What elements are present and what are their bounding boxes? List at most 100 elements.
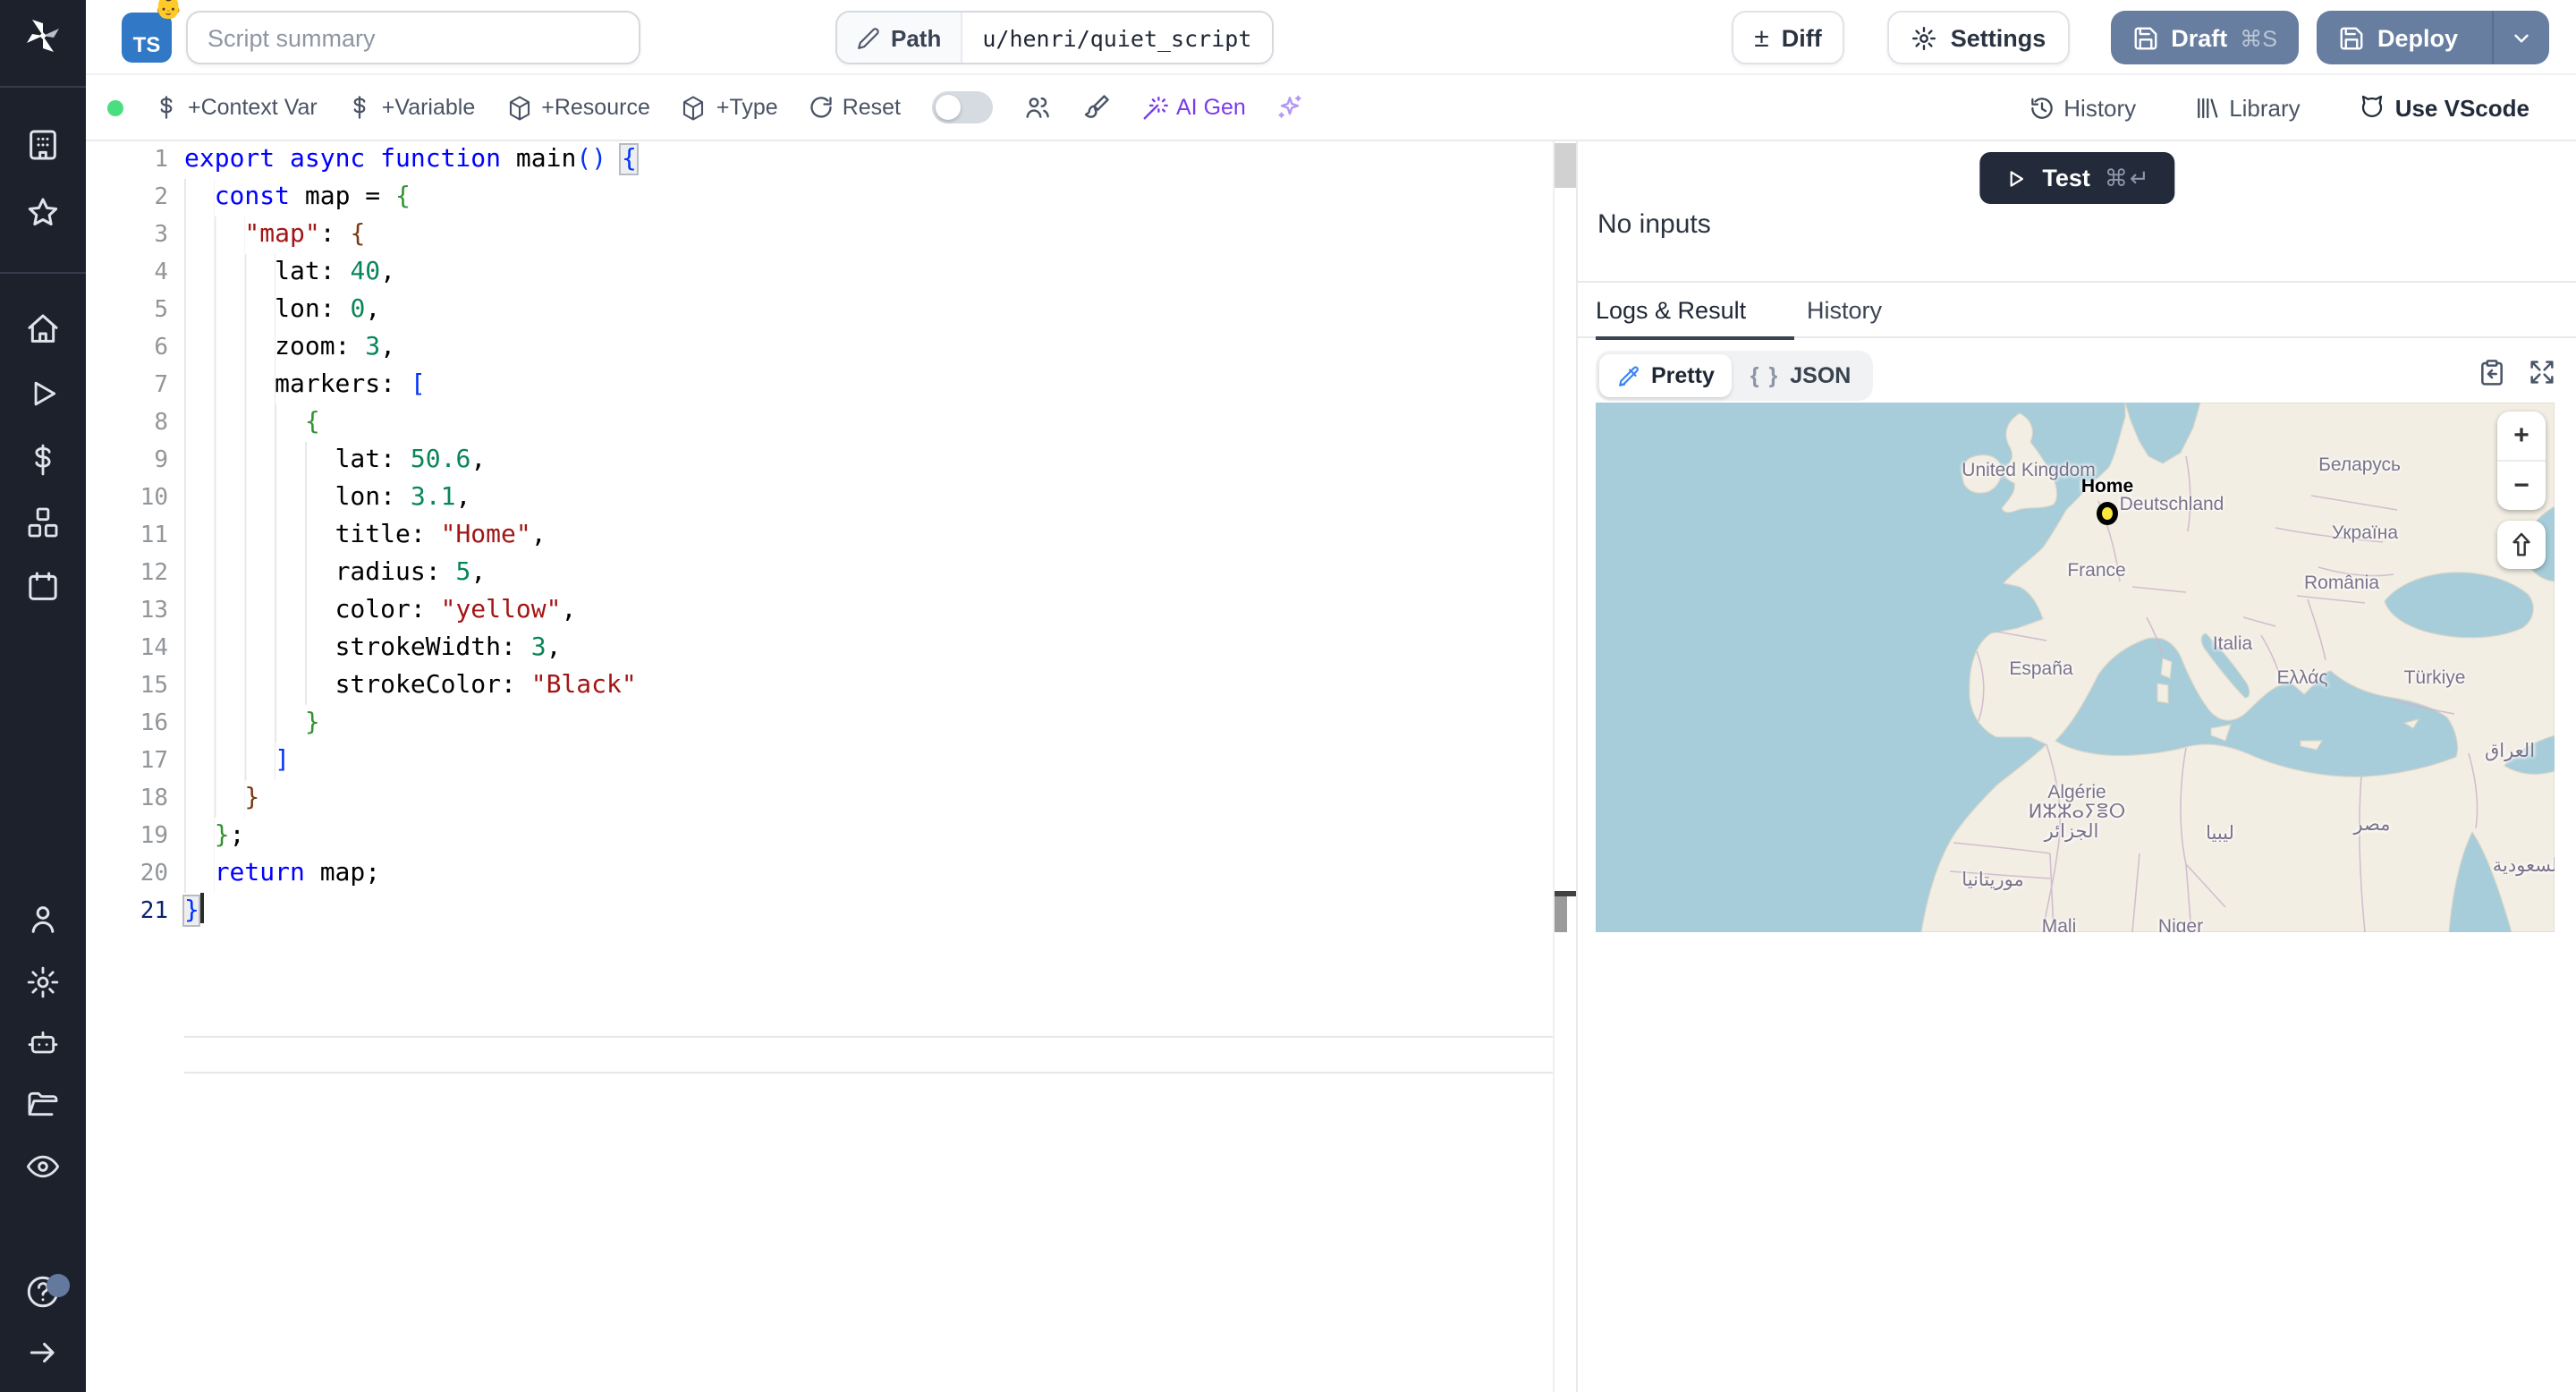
scrollbar-thumb[interactable]: [1555, 143, 1576, 188]
code-line[interactable]: 15 strokeColor: "Black": [86, 667, 1576, 705]
diff-button[interactable]: ± Diff: [1731, 11, 1845, 64]
save-icon: [2131, 24, 2158, 51]
path-value[interactable]: u/henri/quiet_script: [962, 13, 1272, 63]
draft-button[interactable]: Draft ⌘S: [2110, 11, 2299, 64]
gear-icon: [1911, 24, 1938, 51]
expand-sidebar-arrow-icon[interactable]: [26, 1336, 60, 1370]
resources-boxes-icon[interactable]: [25, 505, 61, 540]
code-line[interactable]: 18}: [86, 780, 1576, 818]
add-resource-button[interactable]: +Resource: [505, 94, 650, 121]
pen-icon: [1617, 364, 1640, 387]
save-icon: [2338, 24, 2365, 51]
code-line[interactable]: 8{: [86, 404, 1576, 442]
editor-scrollbar[interactable]: [1553, 141, 1578, 1392]
format-brush-icon[interactable]: [1081, 93, 1110, 122]
map-zoom-controls: + −: [2497, 412, 2546, 510]
map-label: Беларусь: [2318, 454, 2401, 476]
history-button[interactable]: History: [2028, 94, 2136, 121]
copy-result-icon[interactable]: [2478, 358, 2506, 386]
code-line[interactable]: 3 "map": {: [86, 216, 1576, 254]
code-line[interactable]: 6 zoom: 3,: [86, 329, 1576, 367]
script-summary-input[interactable]: [186, 11, 640, 64]
code-line[interactable]: 11 title: "Home",: [86, 517, 1576, 555]
test-button[interactable]: Test ⌘↵: [1979, 152, 2174, 204]
tab-logs-result[interactable]: Logs & Result: [1596, 283, 1794, 340]
home-marker-label: Home: [2080, 476, 2134, 497]
code-line[interactable]: 19};: [86, 818, 1576, 855]
user-icon[interactable]: [25, 902, 61, 938]
add-variable-button[interactable]: +Variable: [348, 95, 475, 120]
home-icon[interactable]: [25, 311, 61, 347]
add-type-button[interactable]: +Type: [681, 94, 778, 121]
reset-button[interactable]: Reset: [809, 95, 901, 120]
map-label: العراق: [2484, 741, 2536, 762]
code-line[interactable]: 17]: [86, 743, 1576, 780]
code-line[interactable]: 13 color: "yellow",: [86, 592, 1576, 630]
editor-toolbar: +Context Var +Variable +Resource +Type R…: [86, 75, 2576, 141]
multiplayer-toggle[interactable]: [931, 91, 992, 123]
pencil-icon: [857, 26, 880, 49]
map-label: موريتانيا: [1962, 870, 2024, 891]
code-line[interactable]: 14 strokeWidth: 3,: [86, 630, 1576, 667]
overview-ruler-line-mark: [1555, 896, 1567, 932]
top-bar: TS 👶 Path u/henri/quiet_script ± Diff: [86, 0, 2576, 75]
pretty-view-button[interactable]: Pretty: [1599, 354, 1733, 397]
tab-history[interactable]: History: [1807, 283, 1882, 338]
deploy-button[interactable]: Deploy: [2316, 11, 2549, 64]
path-chip[interactable]: Path u/henri/quiet_script: [835, 11, 1274, 64]
code-line[interactable]: 16}: [86, 705, 1576, 743]
code-line[interactable]: 9 lat: 50.6,: [86, 442, 1576, 480]
map-label: France: [2067, 560, 2126, 581]
expand-result-icon[interactable]: [2528, 358, 2556, 386]
map-compass-button[interactable]: [2497, 521, 2546, 569]
schedules-calendar-icon[interactable]: [25, 569, 61, 605]
current-line-highlight: [184, 1036, 1553, 1074]
json-view-button[interactable]: { } JSON: [1733, 354, 1869, 397]
audit-eye-icon[interactable]: [25, 1149, 61, 1184]
home-marker[interactable]: [2097, 502, 2118, 525]
ai-sparkles-icon[interactable]: [1276, 93, 1305, 122]
zoom-out-button[interactable]: −: [2497, 462, 2546, 510]
draft-shortcut: ⌘S: [2240, 26, 2277, 51]
map-label: Deutschland: [2119, 494, 2224, 515]
map-label: Algérie: [2047, 782, 2106, 803]
code-line[interactable]: 2 const map = {: [86, 179, 1576, 216]
variables-dollar-icon[interactable]: [26, 443, 60, 477]
library-button[interactable]: Library: [2193, 94, 2301, 121]
code-editor[interactable]: 1 export async function main() {2 const ma…: [86, 141, 1578, 1392]
run-panel: Test ⌘↵ No inputs Logs & Result History: [1576, 141, 2576, 1392]
code-line[interactable]: 7 markers: [: [86, 367, 1576, 404]
map-label: Italia: [2212, 633, 2253, 655]
code-line[interactable]: 4 lat: 40,: [86, 254, 1576, 292]
sidebar: [0, 0, 86, 1392]
code-line[interactable]: 1 export async function main() {: [86, 141, 1576, 179]
map-label: România: [2303, 573, 2380, 594]
runs-play-icon[interactable]: [26, 377, 60, 411]
code-line[interactable]: 20 return map;: [86, 855, 1576, 893]
workspace-building-icon[interactable]: [25, 127, 61, 163]
no-inputs-label: No inputs: [1597, 209, 1711, 240]
add-context-var-button[interactable]: +Context Var: [154, 95, 318, 120]
play-icon: [2003, 166, 2028, 191]
users-icon[interactable]: [1022, 93, 1051, 122]
zoom-in-button[interactable]: +: [2497, 412, 2546, 462]
braces-icon: { }: [1750, 363, 1780, 388]
workers-bot-icon[interactable]: [25, 1025, 61, 1061]
favorites-star-icon[interactable]: [25, 195, 61, 231]
code-line[interactable]: 21}: [86, 893, 1576, 930]
code-line[interactable]: 10 lon: 3.1,: [86, 480, 1576, 517]
ai-gen-button[interactable]: AI Gen: [1140, 94, 1246, 121]
use-vscode-button[interactable]: Use VScode: [2358, 93, 2529, 122]
plus-minus-icon: ±: [1754, 22, 1769, 53]
folders-icon[interactable]: [25, 1086, 61, 1122]
map-label: مصر: [2353, 814, 2391, 836]
deploy-dropdown-chevron[interactable]: [2492, 11, 2549, 64]
code-line[interactable]: 5 lon: 0,: [86, 292, 1576, 329]
code-line[interactable]: 12 radius: 5,: [86, 555, 1576, 592]
map-label: Mali: [2041, 916, 2077, 932]
map-label: España: [2009, 658, 2073, 680]
map-result[interactable]: United Kingdom Беларусь Deutschland Україна…: [1596, 403, 2555, 932]
windmill-logo-icon[interactable]: [21, 16, 64, 59]
settings-button[interactable]: Settings: [1887, 11, 2070, 64]
settings-gear-icon[interactable]: [25, 964, 61, 1000]
